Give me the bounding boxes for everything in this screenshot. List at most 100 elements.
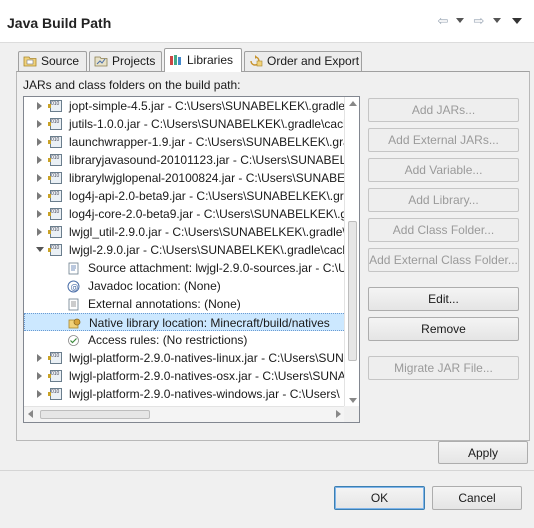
tree-row-jar[interactable]: librarylwjglopenal-20100824.jar - C:\Use… [24,169,346,187]
tab-order-and-export[interactable]: Order and Export [244,51,362,71]
tree-row-jar[interactable]: lwjgl-2.9.0.jar - C:\Users\SUNABELKEK\.g… [24,241,346,259]
cancel-button[interactable]: Cancel [432,486,522,510]
collapsed-twisty-icon[interactable] [37,372,42,380]
tree-row-label: librarylwjglopenal-20100824.jar - C:\Use… [69,171,346,185]
tree-row-label: External annotations: (None) [88,297,241,311]
tree-row-jar[interactable]: lwjgl-platform-2.9.0-natives-windows.jar… [24,385,346,403]
tree-row-label: launchwrapper-1.9.jar - C:\Users\SUNABEL… [69,135,346,149]
tree-row-label: lwjgl-platform-2.9.0-natives-osx.jar - C… [69,369,346,383]
tree-row-attribute[interactable]: Native library location: Minecraft/build… [24,313,346,331]
collapsed-twisty-icon[interactable] [37,102,42,110]
collapsed-twisty-icon[interactable] [37,156,42,164]
tree-row-jar[interactable]: lwjgl-platform-2.9.0-natives-linux.jar -… [24,349,346,367]
collapsed-twisty-icon[interactable] [37,390,42,398]
tab-label: Source [41,54,80,68]
build-path-list-label: JARs and class folders on the build path… [23,78,241,92]
view-menu-icon[interactable] [512,18,522,24]
jar-file-icon [48,154,62,166]
add-external-class-folder-button[interactable]: Add External Class Folder... [368,248,519,272]
collapsed-twisty-icon[interactable] [37,192,42,200]
add-external-jars-button[interactable]: Add External JARs... [368,128,519,152]
scroll-right-icon[interactable] [336,410,341,418]
tree-row-jar[interactable]: log4j-core-2.0-beta9.jar - C:\Users\SUNA… [24,205,346,223]
jar-file-icon [48,136,62,148]
tree-row-label: log4j-api-2.0-beta9.jar - C:\Users\SUNAB… [69,189,346,203]
tab-source[interactable]: Source [18,51,87,71]
add-variable-button[interactable]: Add Variable... [368,158,519,182]
tree-row-label: jopt-simple-4.5.jar - C:\Users\SUNABELKE… [69,99,346,113]
jar-file-icon [48,352,62,364]
tree-row-label: libraryjavasound-20101123.jar - C:\Users… [69,153,346,167]
jar-file-icon [48,244,62,256]
tree-row-attribute[interactable]: External annotations: (None) [24,295,346,313]
dialog-title: Java Build Path [7,15,112,31]
tree-row-jar[interactable]: log4j-api-2.0-beta9.jar - C:\Users\SUNAB… [24,187,346,205]
source-attachment-icon [68,262,79,275]
collapsed-twisty-icon[interactable] [37,228,42,236]
jar-file-icon [48,190,62,202]
forward-arrow-icon[interactable]: ⇨ [472,14,486,27]
footer-separator [0,470,534,471]
tree-row-attribute[interactable]: Access rules: (No restrictions) [24,331,346,349]
source-folder-icon [23,56,37,67]
jar-file-icon [48,226,62,238]
forward-history-dropdown[interactable] [493,18,501,23]
jar-file-icon [48,118,62,130]
tab-projects[interactable]: Projects [89,51,162,71]
horizontal-scroll-thumb[interactable] [40,410,150,419]
tab-libraries[interactable]: Libraries [164,48,242,72]
tree-row-label: lwjgl-2.9.0.jar - C:\Users\SUNABELKEK\.g… [69,243,346,257]
tree-row-label: Source attachment: lwjgl-2.9.0-sources.j… [88,261,346,275]
svg-text:@: @ [71,283,79,292]
tree-row-jar[interactable]: lwjgl_util-2.9.0.jar - C:\Users\SUNABELK… [24,223,346,241]
tab-label: Projects [112,54,156,68]
add-jars-button[interactable]: Add JARs... [368,98,519,122]
tree-row-jar[interactable]: libraryjavasound-20101123.jar - C:\Users… [24,151,346,169]
libraries-icon [170,55,181,65]
edit-button[interactable]: Edit... [368,287,519,311]
expanded-twisty-icon[interactable] [36,247,44,252]
jar-file-icon [48,100,62,112]
vertical-scroll-thumb[interactable] [348,221,357,361]
tree-row-label: lwjgl-platform-2.9.0-natives-windows.jar… [69,387,340,401]
collapsed-twisty-icon[interactable] [37,354,42,362]
back-arrow-icon[interactable]: ⇦ [436,14,450,27]
tree-row-label: lwjgl_util-2.9.0.jar - C:\Users\SUNABELK… [69,225,346,239]
scroll-down-icon[interactable] [349,398,357,403]
scrollbar-corner [344,406,359,422]
apply-button[interactable]: Apply [438,441,528,464]
order-export-icon [250,55,263,67]
tab-label: Libraries [187,53,234,67]
add-library-button[interactable]: Add Library... [368,188,519,212]
remove-button[interactable]: Remove [368,317,519,341]
add-class-folder-button[interactable]: Add Class Folder... [368,218,519,242]
tree-row-jar[interactable]: lwjgl-platform-2.9.0-natives-osx.jar - C… [24,367,346,385]
collapsed-twisty-icon[interactable] [37,210,42,218]
jar-file-icon [48,172,62,184]
tree-row-jar[interactable]: jopt-simple-4.5.jar - C:\Users\SUNABELKE… [24,97,346,115]
tree-row-label: Javadoc location: (None) [88,279,221,293]
tree-row-jar[interactable]: jutils-1.0.0.jar - C:\Users\SUNABELKEK\.… [24,115,346,133]
horizontal-scrollbar[interactable] [24,406,345,422]
collapsed-twisty-icon[interactable] [37,138,42,146]
tree-row-label: jutils-1.0.0.jar - C:\Users\SUNABELKEK\.… [69,117,346,131]
native-library-icon [68,318,81,329]
build-path-tree[interactable]: jopt-simple-4.5.jar - C:\Users\SUNABELKE… [23,96,360,423]
collapsed-twisty-icon[interactable] [37,120,42,128]
jar-file-icon [48,370,62,382]
migrate-jar-file-button[interactable]: Migrate JAR File... [368,356,519,380]
vertical-scrollbar[interactable] [344,97,359,407]
scroll-left-icon[interactable] [28,410,33,418]
ok-button[interactable]: OK [334,486,425,510]
tab-label: Order and Export [267,54,360,68]
scroll-up-icon[interactable] [349,101,357,106]
javadoc-icon: @ [67,280,80,293]
tree-row-attribute[interactable]: @ Javadoc location: (None) [24,277,346,295]
collapsed-twisty-icon[interactable] [37,174,42,182]
tree-row-attribute[interactable]: Source attachment: lwjgl-2.9.0-sources.j… [24,259,346,277]
tree-row-label: Native library location: Minecraft/build… [89,316,330,330]
external-annotations-icon [68,298,79,311]
back-history-dropdown[interactable] [456,18,464,23]
tree-row-jar[interactable]: launchwrapper-1.9.jar - C:\Users\SUNABEL… [24,133,346,151]
jar-file-icon [48,208,62,220]
